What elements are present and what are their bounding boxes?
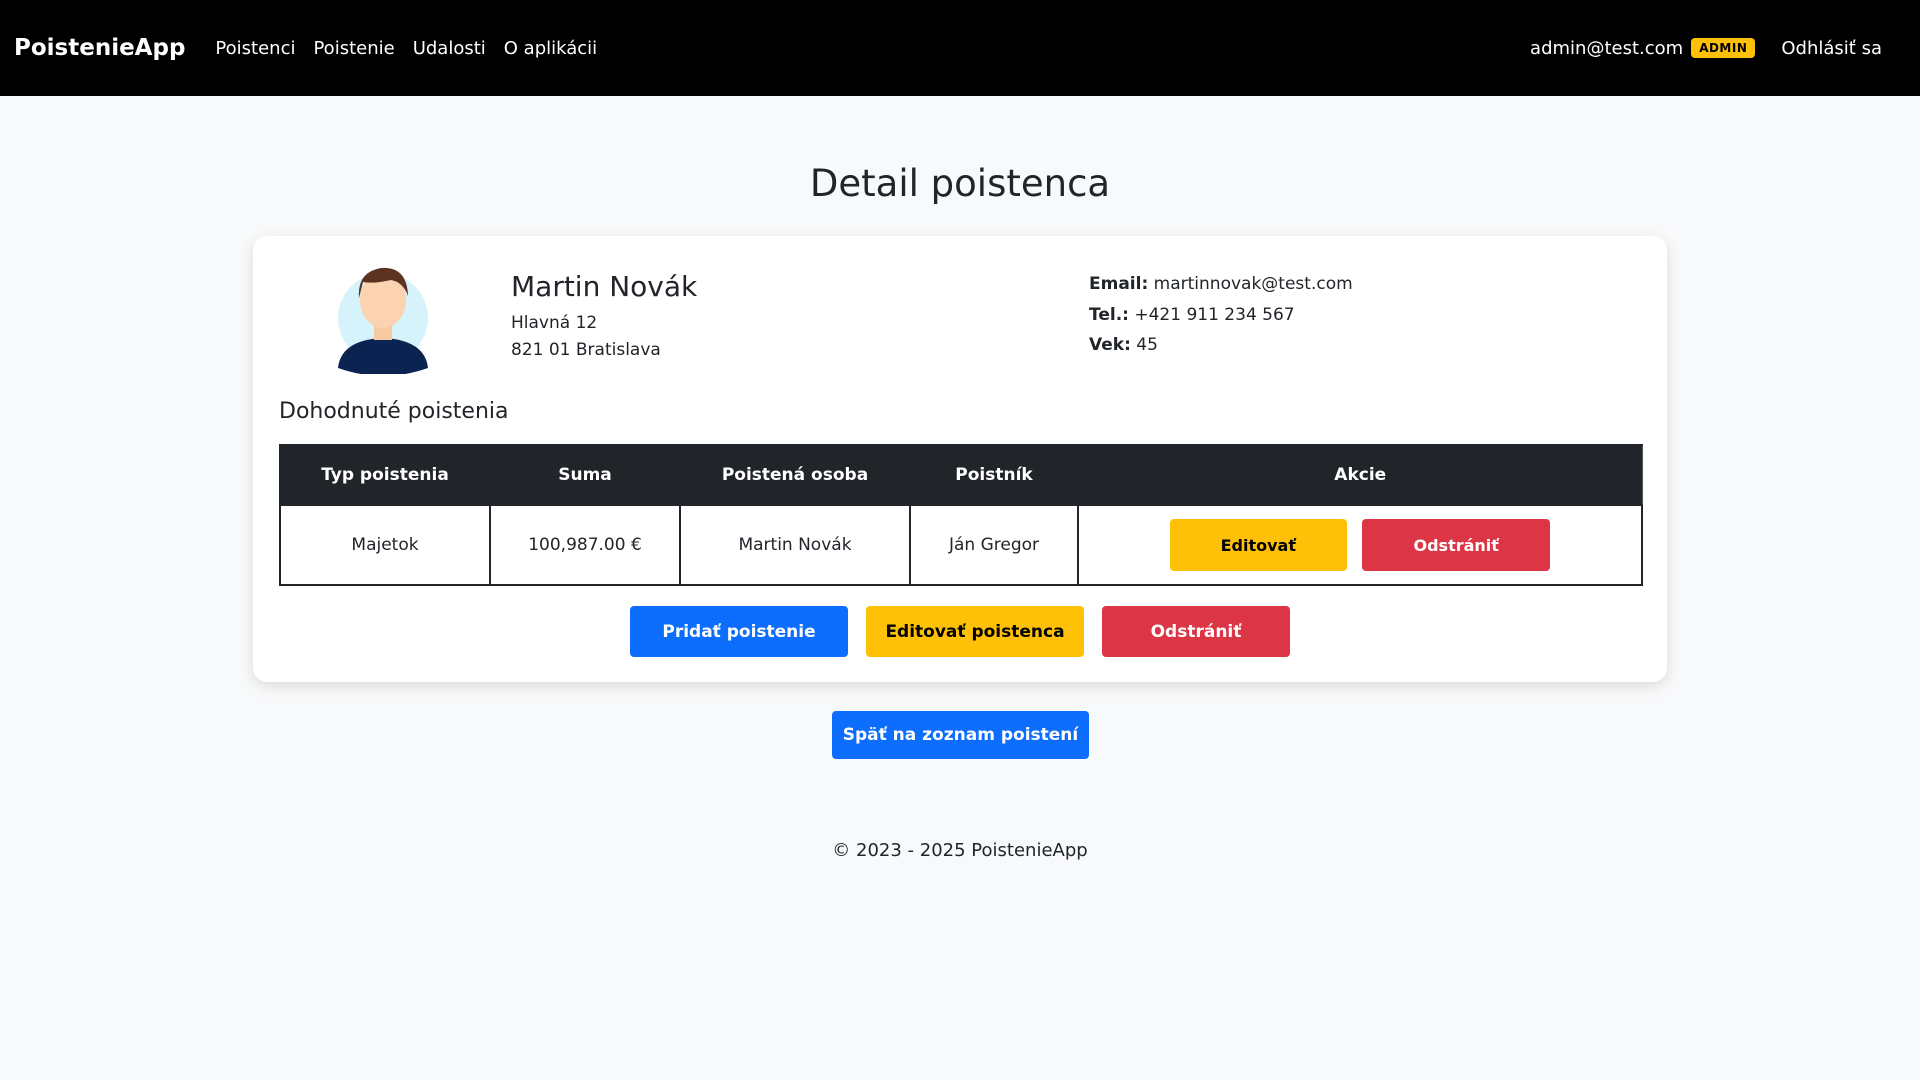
edit-insured-button[interactable]: Editovať poistenca (866, 606, 1084, 657)
policies-section-title: Dohodnuté poistenia (279, 399, 509, 424)
email-value: martinnovak@test.com (1153, 274, 1353, 294)
cell-insured-person: Martin Novák (679, 504, 911, 586)
cell-policyholder: Ján Gregor (909, 504, 1079, 586)
email-label: Email: (1089, 274, 1149, 294)
contact-age: Vek: 45 (1089, 335, 1158, 355)
insured-detail-card: Martin Novák Hlavná 12 821 01 Bratislava… (253, 236, 1667, 682)
cell-actions: Editovať Odstrániť (1077, 504, 1643, 586)
insured-street: Hlavná 12 (511, 313, 598, 333)
top-navbar: PoistenieApp Poistenci Poistenie Udalost… (0, 0, 1920, 96)
cell-amount: 100,987.00 € (489, 504, 681, 586)
card-actions: Pridať poistenie Editovať poistenca Odst… (253, 606, 1667, 657)
contact-email: Email: martinnovak@test.com (1089, 274, 1353, 294)
avatar-person-icon (338, 267, 428, 376)
page-title: Detail poistenca (809, 162, 1111, 205)
table-header-row: Typ poistenia Suma Poistená osoba Poistn… (279, 444, 1643, 506)
delete-policy-button[interactable]: Odstrániť (1362, 519, 1551, 571)
back-to-list-button[interactable]: Späť na zoznam poistení (832, 711, 1089, 759)
col-header-policyholder: Poistník (909, 444, 1079, 506)
phone-label: Tel.: (1089, 305, 1129, 325)
nav-link-o-aplikacii[interactable]: O aplikácii (504, 38, 597, 59)
nav-link-poistenie[interactable]: Poistenie (313, 38, 394, 59)
nav-link-poistenci[interactable]: Poistenci (215, 38, 295, 59)
footer-copyright: © 2023 - 2025 PoistenieApp (832, 840, 1088, 861)
col-header-insured-person: Poistená osoba (679, 444, 911, 506)
delete-insured-button[interactable]: Odstrániť (1102, 606, 1290, 657)
nav-link-udalosti[interactable]: Udalosti (413, 38, 486, 59)
col-header-actions: Akcie (1077, 444, 1643, 506)
age-label: Vek: (1089, 335, 1131, 355)
edit-policy-button[interactable]: Editovať (1169, 519, 1347, 571)
user-email: admin@test.com (1530, 37, 1684, 59)
add-policy-button[interactable]: Pridať poistenie (630, 606, 848, 657)
brand-logo-link[interactable]: PoistenieApp (14, 35, 185, 61)
col-header-amount: Suma (489, 444, 681, 506)
age-value: 45 (1136, 335, 1158, 355)
contact-phone: Tel.: +421 911 234 567 (1089, 305, 1295, 325)
logout-link[interactable]: Odhlásiť sa (1781, 38, 1882, 59)
user-area: admin@test.com ADMIN Odhlásiť sa (1530, 38, 1906, 59)
role-badge: ADMIN (1691, 38, 1756, 58)
main-nav: Poistenci Poistenie Udalosti O aplikácii (215, 38, 597, 59)
col-header-type: Typ poistenia (279, 444, 491, 506)
phone-value: +421 911 234 567 (1134, 305, 1295, 325)
insured-name: Martin Novák (511, 270, 698, 303)
insured-city: 821 01 Bratislava (511, 340, 661, 360)
policies-table: Typ poistenia Suma Poistená osoba Poistn… (279, 444, 1643, 586)
cell-type: Majetok (279, 504, 491, 586)
table-row: Majetok 100,987.00 € Martin Novák Ján Gr… (279, 504, 1643, 586)
avatar (333, 260, 433, 376)
